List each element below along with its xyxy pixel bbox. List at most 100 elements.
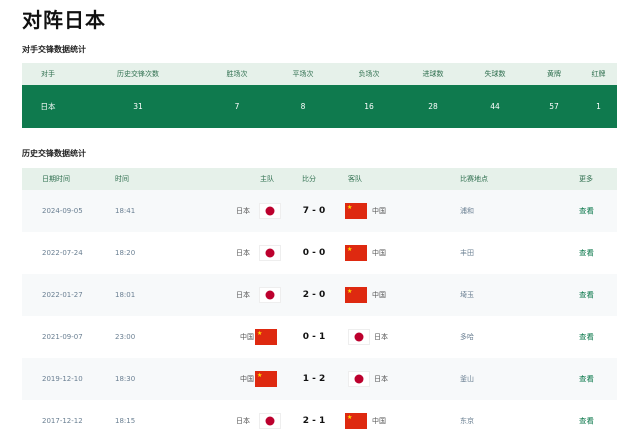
history-header-date: 日期时间 [42, 175, 70, 183]
china-flag-icon: ★ [345, 245, 367, 261]
japan-flag-icon [259, 245, 281, 261]
away-team-name: 日本 [374, 375, 388, 383]
view-details-link[interactable]: 查看 [579, 206, 594, 217]
star-icon: ★ [347, 246, 353, 253]
match-score: 0 - 1 [302, 332, 326, 342]
away-team-name: 日本 [374, 333, 388, 341]
japan-flag-icon [348, 329, 370, 345]
star-icon: ★ [257, 372, 263, 379]
match-date: 2019-12-10 [42, 375, 83, 383]
view-details-link[interactable]: 查看 [579, 374, 594, 385]
history-section-title: 历史交锋数据统计 [22, 149, 86, 158]
away-team-name: 中国 [372, 249, 386, 257]
history-header-away: 客队 [348, 175, 362, 183]
view-details-link[interactable]: 查看 [579, 248, 594, 259]
match-date: 2017-12-12 [42, 417, 83, 425]
summary-red-cards: 1 [596, 102, 601, 111]
summary-header-goals-for: 进球数 [422, 70, 444, 78]
match-venue: 多哈 [460, 333, 474, 341]
match-time: 18:20 [115, 249, 136, 257]
history-row: 2019-12-10 18:30 中国 ★ 1 - 2 日本 釜山 查看 [22, 358, 617, 400]
view-details-link[interactable]: 查看 [579, 416, 594, 427]
summary-data-row: 日本 31 7 8 16 28 44 57 1 [22, 85, 617, 128]
china-flag-icon: ★ [345, 203, 367, 219]
japan-flag-icon [259, 203, 281, 219]
history-body: 2024-09-05 18:41 日本 7 - 0 ★ 中国 浦和 查看 2022-07-24 1… [22, 190, 617, 442]
summary-yellow-cards: 57 [549, 102, 559, 111]
summary-goals-against: 44 [490, 102, 500, 111]
match-score: 1 - 2 [302, 374, 326, 384]
home-team-name: 日本 [236, 207, 250, 215]
match-score: 2 - 0 [302, 290, 326, 300]
summary-header-matches: 历史交锋次数 [117, 70, 159, 78]
match-date: 2021-09-07 [42, 333, 83, 341]
summary-header-draws: 平场次 [292, 70, 314, 78]
match-score: 7 - 0 [302, 206, 326, 216]
summary-draws: 8 [300, 102, 306, 111]
home-team-name: 日本 [236, 417, 250, 425]
japan-flag-icon [259, 413, 281, 429]
match-time: 18:15 [115, 417, 136, 425]
summary-header-wins: 胜场次 [226, 70, 248, 78]
view-details-link[interactable]: 查看 [579, 332, 594, 343]
summary-header-red-cards: 红牌 [591, 70, 606, 78]
match-venue: 釜山 [460, 375, 474, 383]
match-time: 18:41 [115, 207, 136, 215]
match-time: 18:30 [115, 375, 136, 383]
match-date: 2022-01-27 [42, 291, 83, 299]
star-icon: ★ [347, 204, 353, 211]
match-time: 18:01 [115, 291, 136, 299]
summary-header-losses: 负场次 [358, 70, 380, 78]
star-icon: ★ [257, 330, 263, 337]
history-header-time: 时间 [115, 175, 129, 183]
history-row: 2022-01-27 18:01 日本 2 - 0 ★ 中国 埼玉 查看 [22, 274, 617, 316]
away-team-name: 中国 [372, 417, 386, 425]
match-venue: 埼玉 [460, 291, 474, 299]
view-details-link[interactable]: 查看 [579, 290, 594, 301]
history-row: 2017-12-12 18:15 日本 2 - 1 ★ 中国 东京 查看 [22, 400, 617, 442]
home-team-name: 日本 [236, 249, 250, 257]
summary-header-goals-against: 失球数 [484, 70, 506, 78]
match-score: 2 - 1 [302, 416, 326, 426]
history-row: 2021-09-07 23:00 中国 ★ 0 - 1 日本 多哈 查看 [22, 316, 617, 358]
summary-table: 对手 历史交锋次数 胜场次 平场次 负场次 进球数 失球数 黄牌 红牌 日本 3… [22, 63, 617, 128]
summary-header-yellow-cards: 黄牌 [547, 70, 561, 78]
match-time: 23:00 [115, 333, 136, 341]
history-header-score: 比分 [302, 175, 316, 183]
china-flag-icon: ★ [345, 287, 367, 303]
china-flag-icon: ★ [255, 371, 277, 387]
summary-header-row: 对手 历史交锋次数 胜场次 平场次 负场次 进球数 失球数 黄牌 红牌 [22, 63, 617, 85]
page-title: 对阵日本 [22, 8, 106, 32]
summary-section-title: 对手交锋数据统计 [22, 45, 86, 54]
history-header-home: 主队 [260, 175, 274, 183]
home-team-name: 日本 [236, 291, 250, 299]
history-row: 2024-09-05 18:41 日本 7 - 0 ★ 中国 浦和 查看 [22, 190, 617, 232]
summary-wins: 7 [234, 102, 240, 111]
away-team-name: 中国 [372, 291, 386, 299]
summary-header-opponent: 对手 [41, 70, 55, 78]
history-header-more: 更多 [579, 175, 593, 183]
match-venue: 东京 [460, 417, 474, 425]
star-icon: ★ [347, 414, 353, 421]
history-row: 2022-07-24 18:20 日本 0 - 0 ★ 中国 丰田 查看 [22, 232, 617, 274]
summary-opponent: 日本 [40, 102, 56, 111]
history-header-row: 日期时间 时间 主队 比分 客队 比赛地点 更多 [22, 168, 617, 190]
summary-matches: 31 [133, 102, 143, 111]
match-date: 2022-07-24 [42, 249, 83, 257]
star-icon: ★ [347, 288, 353, 295]
summary-goals-for: 28 [428, 102, 438, 111]
match-venue: 丰田 [460, 249, 474, 257]
japan-flag-icon [259, 287, 281, 303]
match-venue: 浦和 [460, 207, 474, 215]
away-team-name: 中国 [372, 207, 386, 215]
match-date: 2024-09-05 [42, 207, 83, 215]
japan-flag-icon [348, 371, 370, 387]
home-team-name: 中国 [240, 333, 254, 341]
china-flag-icon: ★ [255, 329, 277, 345]
home-team-name: 中国 [240, 375, 254, 383]
china-flag-icon: ★ [345, 413, 367, 429]
history-table: 日期时间 时间 主队 比分 客队 比赛地点 更多 2024-09-05 18:41… [22, 168, 617, 442]
history-header-venue: 比赛地点 [460, 175, 488, 183]
summary-losses: 16 [364, 102, 374, 111]
match-score: 0 - 0 [302, 248, 326, 258]
